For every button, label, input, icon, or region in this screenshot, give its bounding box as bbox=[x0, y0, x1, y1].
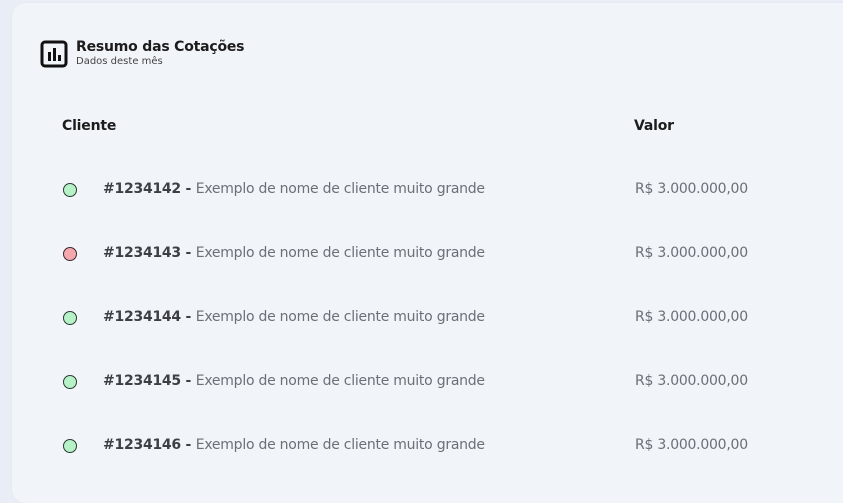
client-id: #1234144 bbox=[103, 309, 181, 325]
header-text: Resumo das Cotações Dados deste mês bbox=[76, 39, 245, 68]
client-separator: - bbox=[180, 181, 196, 197]
client-id: #1234145 bbox=[103, 373, 181, 389]
client-separator: - bbox=[180, 309, 196, 325]
table-row[interactable]: #1234143 - Exemplo de nome de cliente mu… bbox=[12, 243, 832, 267]
client-cell: #1234146 - Exemplo de nome de cliente mu… bbox=[103, 437, 485, 453]
value-cell: R$ 3.000.000,00 bbox=[635, 373, 748, 389]
card-title: Resumo das Cotações bbox=[76, 39, 245, 55]
value-cell: R$ 3.000.000,00 bbox=[635, 181, 748, 197]
column-header-client: Cliente bbox=[62, 118, 117, 134]
table-row[interactable]: #1234146 - Exemplo de nome de cliente mu… bbox=[12, 435, 832, 459]
value-cell: R$ 3.000.000,00 bbox=[635, 245, 748, 261]
status-indicator-icon bbox=[63, 439, 77, 453]
status-indicator-icon bbox=[63, 311, 77, 325]
table-row[interactable]: #1234145 - Exemplo de nome de cliente mu… bbox=[12, 371, 832, 395]
client-name: Exemplo de nome de cliente muito grande bbox=[195, 309, 485, 325]
quotes-summary-card: Resumo das Cotações Dados deste mês Clie… bbox=[12, 3, 843, 503]
status-indicator-icon bbox=[63, 247, 77, 261]
client-cell: #1234142 - Exemplo de nome de cliente mu… bbox=[103, 181, 485, 197]
client-id: #1234143 bbox=[103, 245, 181, 261]
client-separator: - bbox=[180, 373, 196, 389]
client-id: #1234142 bbox=[103, 181, 181, 197]
client-name: Exemplo de nome de cliente muito grande bbox=[195, 373, 485, 389]
client-name: Exemplo de nome de cliente muito grande bbox=[195, 181, 485, 197]
card-header: Resumo das Cotações Dados deste mês bbox=[40, 39, 245, 68]
table-row[interactable]: #1234142 - Exemplo de nome de cliente mu… bbox=[12, 179, 832, 203]
table-row[interactable]: #1234144 - Exemplo de nome de cliente mu… bbox=[12, 307, 832, 331]
value-cell: R$ 3.000.000,00 bbox=[635, 437, 748, 453]
client-separator: - bbox=[180, 245, 196, 261]
client-id: #1234146 bbox=[103, 437, 181, 453]
card-subtitle: Dados deste mês bbox=[76, 56, 163, 67]
client-name: Exemplo de nome de cliente muito grande bbox=[195, 245, 485, 261]
client-cell: #1234144 - Exemplo de nome de cliente mu… bbox=[103, 309, 485, 325]
status-indicator-icon bbox=[63, 183, 77, 197]
value-cell: R$ 3.000.000,00 bbox=[635, 309, 748, 325]
client-cell: #1234145 - Exemplo de nome de cliente mu… bbox=[103, 373, 485, 389]
bar-chart-icon bbox=[40, 40, 68, 68]
status-indicator-icon bbox=[63, 375, 77, 389]
client-name: Exemplo de nome de cliente muito grande bbox=[195, 437, 485, 453]
column-header-value: Valor bbox=[634, 118, 674, 134]
client-cell: #1234143 - Exemplo de nome de cliente mu… bbox=[103, 245, 485, 261]
client-separator: - bbox=[180, 437, 196, 453]
